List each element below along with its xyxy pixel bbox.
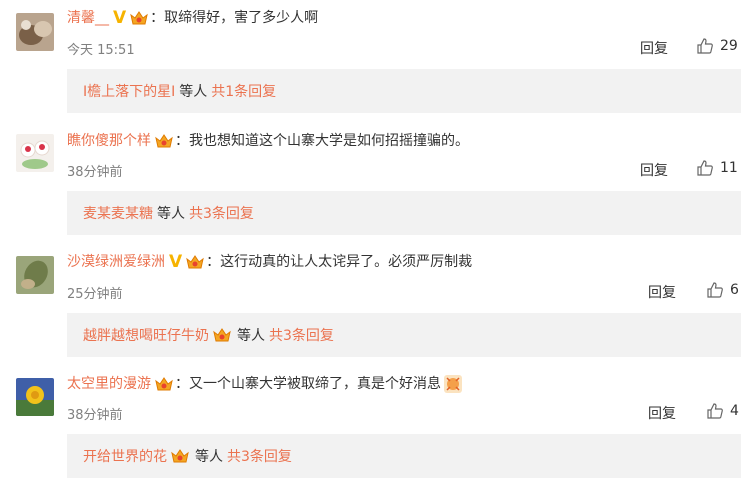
comment-text: 这行动真的让人太诧异了。必须严厉制裁 xyxy=(220,254,473,270)
sub-reply-etc: 等人 xyxy=(237,328,265,344)
verified-badge: V xyxy=(169,252,183,272)
vip-crown-icon xyxy=(155,134,173,148)
timestamp: 今天 15:51 xyxy=(67,43,135,58)
colon: ： xyxy=(175,376,189,392)
username[interactable]: 太空里的漫游 xyxy=(67,375,151,393)
timestamp: 38分钟前 xyxy=(67,408,123,423)
username[interactable]: 沙漠绿洲爱绿洲 xyxy=(67,253,165,271)
thumbs-up-icon xyxy=(707,282,723,298)
sub-reply-etc: 等人 xyxy=(195,449,223,465)
sub-reply-box[interactable]: 越胖越想喝旺仔牛奶 等人 共3条回复 xyxy=(67,313,741,357)
like-count: 11 xyxy=(720,160,738,176)
timestamp: 38分钟前 xyxy=(67,165,123,180)
vip-crown-icon xyxy=(213,328,231,342)
vip-crown-icon xyxy=(130,11,148,25)
reply-button[interactable]: 回复 xyxy=(648,403,676,423)
sub-reply-box[interactable]: I檐上落下的星I 等人 共1条回复 xyxy=(67,69,741,113)
reply-button[interactable]: 回复 xyxy=(640,38,668,58)
avatar[interactable] xyxy=(16,378,54,416)
like-button[interactable]: 29 xyxy=(696,37,738,55)
comment-text: 取缔得好，害了多少人啊 xyxy=(164,10,319,26)
like-count: 6 xyxy=(730,282,739,298)
reply-button[interactable]: 回复 xyxy=(648,282,676,302)
sub-reply-count-link[interactable]: 共3条回复 xyxy=(269,325,334,345)
timestamp: 25分钟前 xyxy=(67,287,123,302)
username[interactable]: 清馨__ xyxy=(67,9,109,27)
thumbs-up-icon xyxy=(697,38,713,54)
sub-reply-count-link[interactable]: 共1条回复 xyxy=(211,81,276,101)
reply-button[interactable]: 回复 xyxy=(640,160,668,180)
sub-reply-box[interactable]: 麦某麦某糖 等人 共3条回复 xyxy=(67,191,741,235)
verified-badge: V xyxy=(113,8,127,28)
like-button[interactable]: 6 xyxy=(706,281,739,299)
comment-text: 我也想知道这个山寨大学是如何招摇撞骗的。 xyxy=(189,133,469,149)
sub-reply-count-link[interactable]: 共3条回复 xyxy=(227,446,292,466)
sub-reply-etc: 等人 xyxy=(157,206,185,222)
comment-text: 又一个山寨大学被取缔了，真是个好消息 xyxy=(189,376,441,392)
like-count: 29 xyxy=(720,38,738,54)
colon: ： xyxy=(175,133,189,149)
thumbs-up-icon xyxy=(707,403,723,419)
celebration-emoji-icon xyxy=(444,375,462,393)
sub-reply-user[interactable]: I檐上落下的星I xyxy=(83,81,175,101)
sub-reply-count-link[interactable]: 共3条回复 xyxy=(189,203,254,223)
colon: ： xyxy=(206,254,221,270)
sub-reply-etc: 等人 xyxy=(179,84,208,100)
avatar[interactable] xyxy=(16,13,54,51)
sub-reply-user[interactable]: 越胖越想喝旺仔牛奶 xyxy=(83,325,209,345)
vip-crown-icon xyxy=(186,255,204,269)
username[interactable]: 瞧你傻那个样 xyxy=(67,132,151,150)
like-count: 4 xyxy=(730,403,739,419)
vip-crown-icon xyxy=(171,449,189,463)
sub-reply-user[interactable]: 麦某麦某糖 xyxy=(83,203,153,223)
thumbs-up-icon xyxy=(697,160,713,176)
avatar[interactable] xyxy=(16,134,54,172)
like-button[interactable]: 11 xyxy=(696,159,738,177)
sub-reply-box[interactable]: 开给世界的花 等人 共3条回复 xyxy=(67,434,741,478)
avatar[interactable] xyxy=(16,256,54,294)
vip-crown-icon xyxy=(155,377,173,391)
sub-reply-user[interactable]: 开给世界的花 xyxy=(83,446,167,466)
colon: ： xyxy=(150,10,165,26)
like-button[interactable]: 4 xyxy=(706,402,739,420)
